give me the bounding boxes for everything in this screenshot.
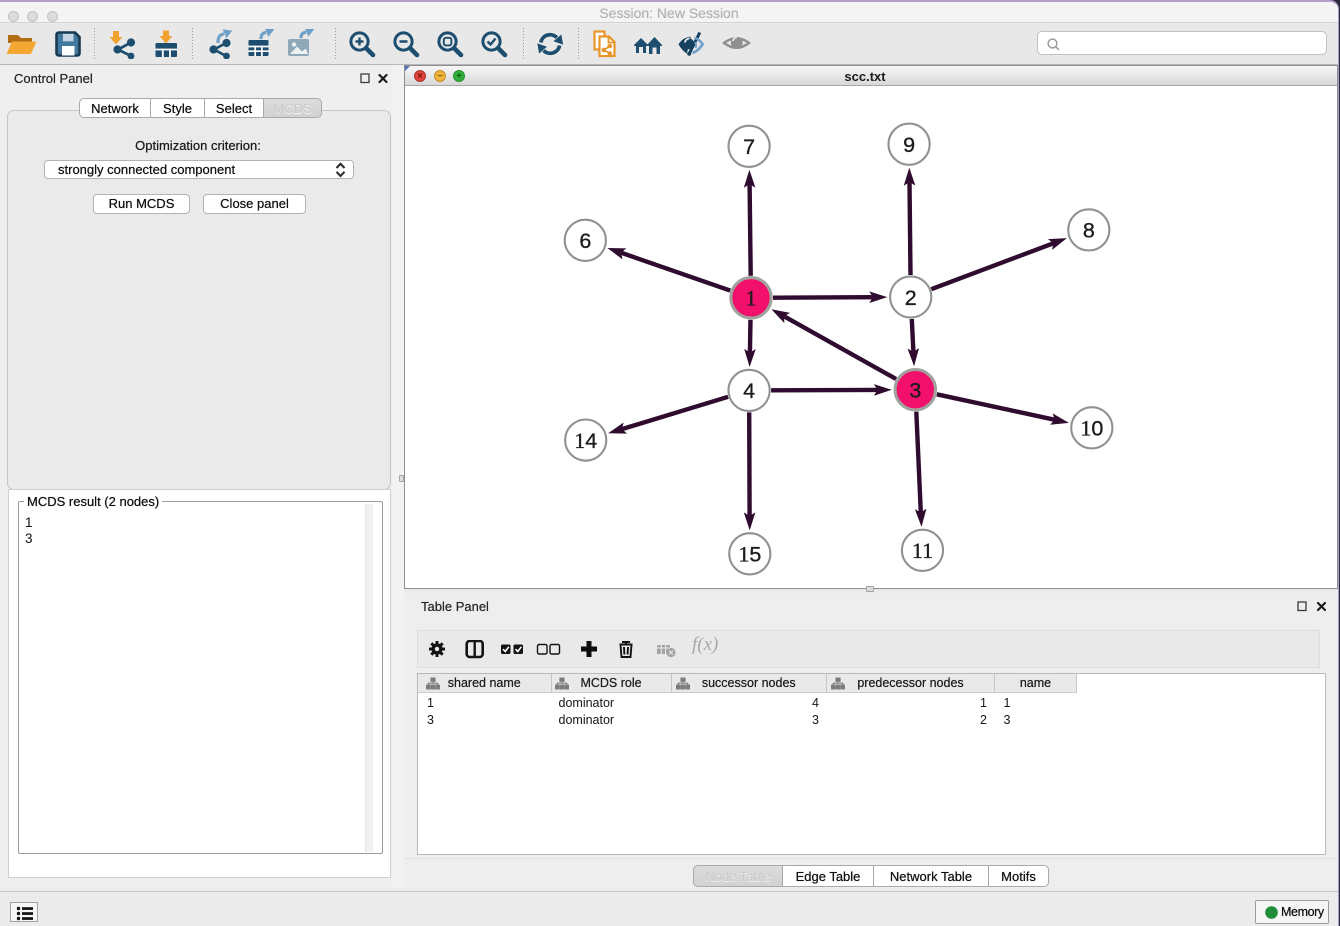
svg-text:1: 1 bbox=[745, 285, 756, 310]
svg-text:14: 14 bbox=[574, 427, 597, 452]
svg-text:3: 3 bbox=[909, 378, 921, 402]
svg-text:6: 6 bbox=[579, 229, 591, 253]
svg-text:8: 8 bbox=[1082, 218, 1094, 242]
svg-text:7: 7 bbox=[743, 135, 755, 159]
svg-text:10: 10 bbox=[1080, 415, 1103, 440]
svg-text:2: 2 bbox=[904, 285, 916, 309]
svg-text:9: 9 bbox=[903, 133, 915, 157]
svg-text:11: 11 bbox=[911, 538, 932, 563]
svg-text:4: 4 bbox=[743, 379, 755, 403]
svg-text:15: 15 bbox=[738, 541, 761, 566]
